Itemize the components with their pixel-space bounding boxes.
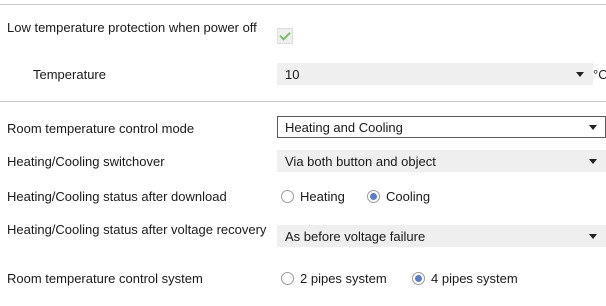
low-temp-protection-checkbox[interactable]: [277, 28, 293, 44]
control-system-label: Room temperature control system: [7, 271, 203, 286]
status-after-recovery-label: Heating/Cooling status after voltage rec…: [7, 222, 267, 237]
chevron-down-icon: [589, 159, 597, 164]
control-mode-label: Room temperature control mode: [7, 121, 195, 136]
radio-cooling-label: Cooling: [386, 189, 431, 204]
checkmark-icon: [279, 29, 291, 41]
chevron-down-icon: [589, 234, 597, 239]
temperature-select[interactable]: 10: [277, 63, 593, 85]
temperature-unit: °C: [593, 67, 606, 82]
radio-heating[interactable]: [281, 190, 294, 203]
status-after-recovery-select[interactable]: As before voltage failure: [277, 225, 606, 247]
status-after-recovery-value: As before voltage failure: [285, 229, 426, 244]
section-divider: [0, 101, 606, 102]
radio-2-pipes-label: 2 pipes system: [300, 271, 387, 286]
switchover-value: Via both button and object: [285, 154, 436, 169]
radio-4-pipes[interactable]: [412, 272, 425, 285]
radio-heating-label: Heating: [300, 189, 345, 204]
control-mode-value: Heating and Cooling: [285, 120, 403, 135]
switchover-select[interactable]: Via both button and object: [277, 150, 606, 172]
switchover-label: Heating/Cooling switchover: [7, 154, 165, 169]
radio-4-pipes-label: 4 pipes system: [431, 271, 518, 286]
control-mode-select[interactable]: Heating and Cooling: [277, 116, 606, 138]
status-after-download-label: Heating/Cooling status after download: [7, 189, 227, 204]
radio-cooling[interactable]: [367, 190, 380, 203]
top-divider: [0, 4, 606, 5]
low-temp-protection-label: Low temperature protection when power of…: [7, 20, 257, 35]
chevron-down-icon: [576, 72, 584, 77]
temperature-value: 10: [285, 67, 300, 82]
chevron-down-icon: [589, 125, 597, 130]
temperature-label: Temperature: [33, 67, 106, 82]
radio-2-pipes[interactable]: [281, 272, 294, 285]
